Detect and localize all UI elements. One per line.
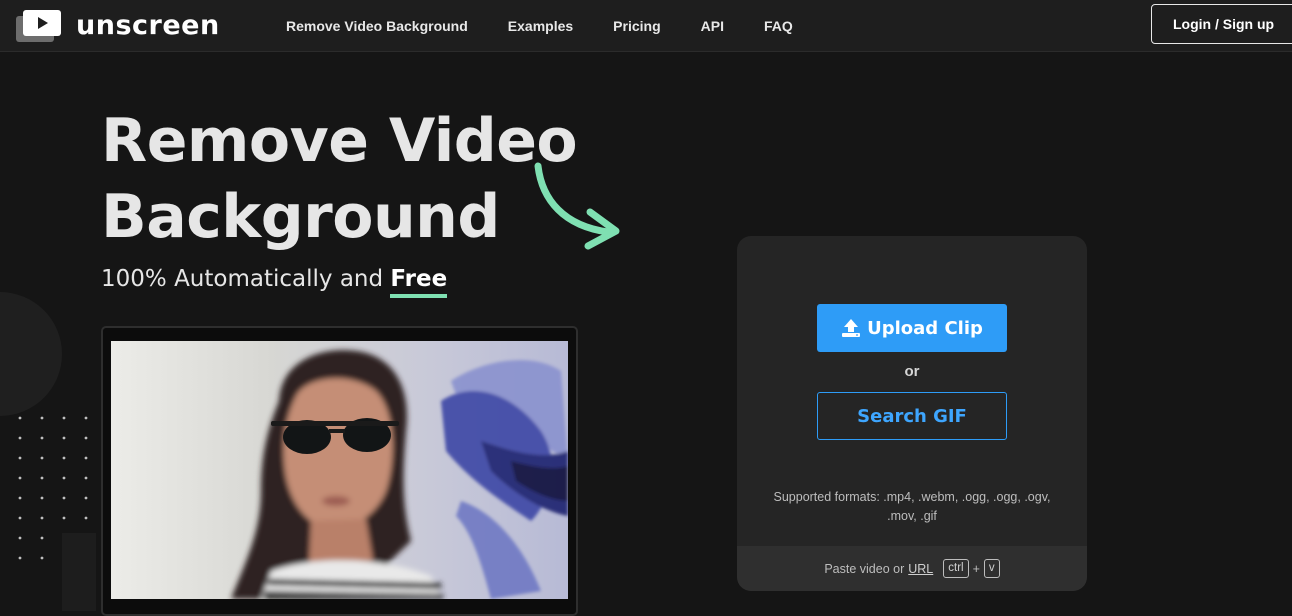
- main-nav: Remove Video Background Examples Pricing…: [286, 0, 833, 52]
- supported-formats-text: Supported formats: .mp4, .webm, .ogg, .o…: [773, 490, 1051, 523]
- hero-title-line-1: Remove Video: [101, 106, 578, 176]
- search-gif-button[interactable]: Search GIF: [817, 392, 1007, 440]
- upload-clip-button[interactable]: Upload Clip: [817, 304, 1007, 352]
- ctrl-key: ctrl: [943, 559, 969, 578]
- hero-title: Remove Video Background: [101, 103, 578, 255]
- hero-subtitle: 100% Automatically and Free: [101, 266, 448, 298]
- upload-clip-label: Upload Clip: [867, 317, 983, 339]
- or-separator: or: [904, 363, 920, 380]
- curved-arrow-icon: [534, 162, 620, 250]
- video-preview[interactable]: [111, 341, 568, 599]
- nav-api[interactable]: API: [701, 18, 724, 34]
- hero-subtitle-free: Free: [390, 266, 448, 298]
- video-preview-frame: [101, 326, 578, 616]
- nav-remove-video-background[interactable]: Remove Video Background: [286, 18, 468, 34]
- hero-subtitle-prefix: 100% Automatically and: [101, 266, 391, 292]
- video-play-icon: [16, 10, 61, 42]
- logo[interactable]: unscreen: [16, 9, 220, 43]
- paste-url-link[interactable]: URL: [908, 562, 933, 576]
- hero-title-line-2: Background: [101, 182, 500, 252]
- decorative-circle: [0, 292, 62, 416]
- login-signup-button[interactable]: Login / Sign up: [1151, 4, 1292, 44]
- nav-pricing[interactable]: Pricing: [613, 18, 660, 34]
- logo-text: unscreen: [76, 10, 220, 41]
- top-navbar: unscreen Remove Video Background Example…: [0, 0, 1292, 52]
- v-key: v: [983, 559, 1000, 578]
- nav-examples[interactable]: Examples: [508, 18, 573, 34]
- nav-faq[interactable]: FAQ: [764, 18, 793, 34]
- upload-card: Upload Clip or Search GIF Supported form…: [737, 236, 1087, 591]
- paste-url-bar: Paste video or URL ctrl + v: [737, 546, 1087, 591]
- decorative-block: [62, 533, 96, 611]
- paste-prefix-text: Paste video or: [824, 561, 905, 576]
- upload-icon: [842, 319, 861, 337]
- plus-sign: +: [972, 561, 980, 576]
